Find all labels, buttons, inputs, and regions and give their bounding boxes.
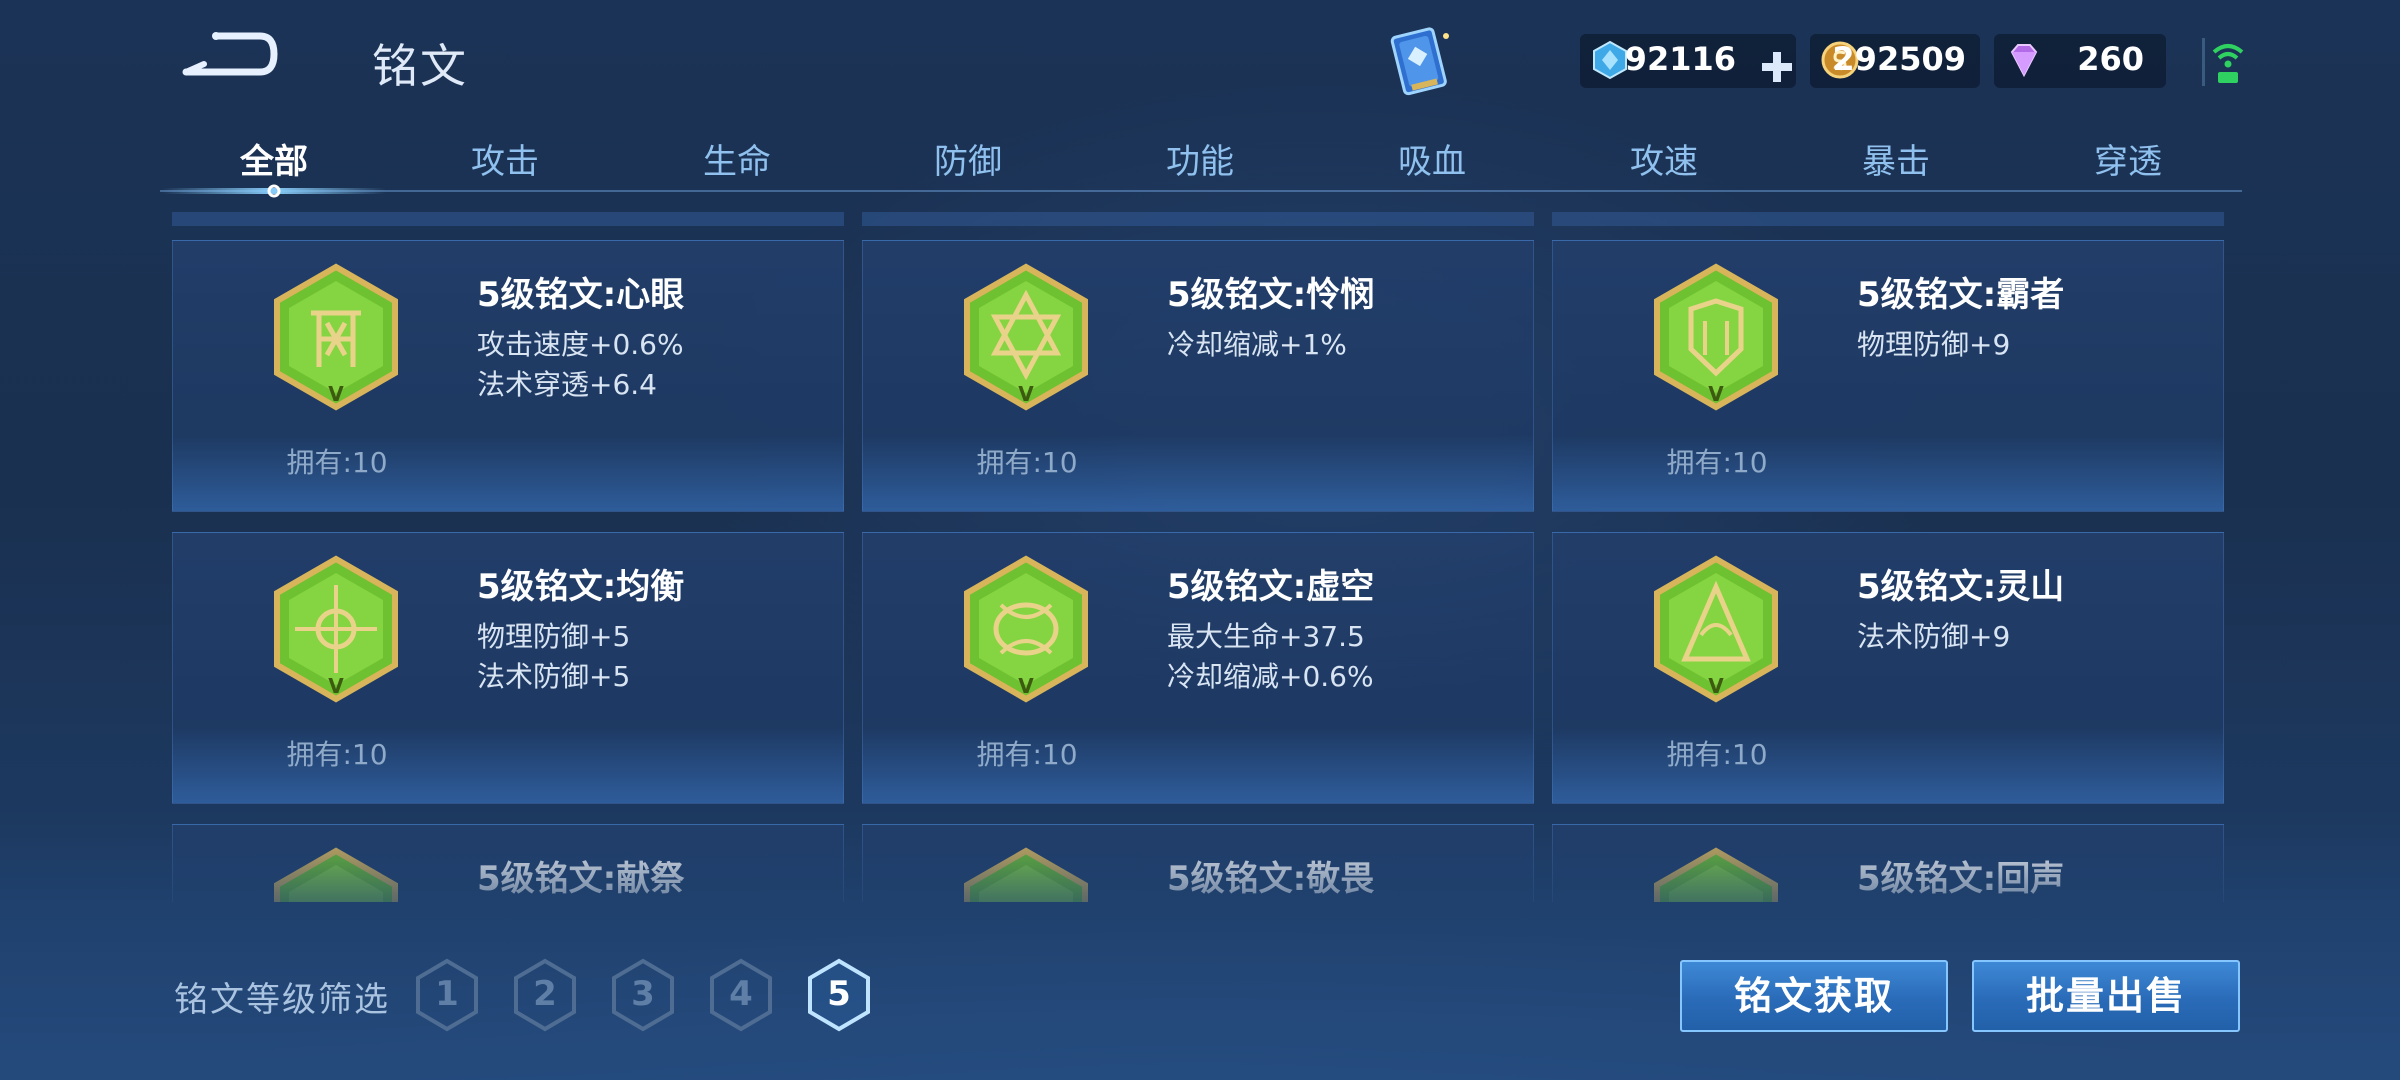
inscription-card[interactable]: V 5级铭文:心眼 攻击速度+0.6% 法术穿透+6.4 拥有:10 [172, 240, 844, 512]
level-filter-5[interactable]: 5 [806, 958, 872, 1032]
inscription-emblem-icon: V [1654, 555, 1778, 703]
inscription-stat: 最大生命+37.5 [1167, 620, 1365, 653]
category-tabs: 全部 攻击 生命 防御 功能 吸血 攻速 暴击 穿透 [0, 128, 2400, 208]
inscription-card[interactable]: V 5级铭文:虚空 最大生命+37.5 冷却缩减+0.6% 拥有:10 [862, 532, 1534, 804]
inscription-name: 5级铭文:敬畏 [1167, 859, 1375, 899]
inscription-emblem-icon: V [1654, 263, 1778, 411]
inscription-stat: 物理防御+5 [477, 620, 631, 653]
inscription-card[interactable]: V 5级铭文:霸者 物理防御+9 拥有:10 [1552, 240, 2224, 512]
diamond-currency: 260 [1994, 34, 2166, 88]
owned-count: 拥有:10 [286, 446, 388, 479]
tab-utility[interactable]: 功能 [1130, 134, 1270, 183]
inscription-name: 5级铭文:回声 [1857, 859, 2065, 899]
gem-amount: 92116 [1624, 40, 1736, 78]
inscription-name: 5级铭文:灵山 [1857, 567, 2065, 607]
svg-text:V: V [1708, 674, 1724, 698]
inscription-name: 5级铭文:霸者 [1857, 275, 2065, 315]
tab-defense[interactable]: 防御 [898, 134, 1038, 183]
inscription-name: 5级铭文:怜悯 [1167, 275, 1375, 315]
tab-penetration[interactable]: 穿透 [2058, 134, 2198, 183]
inscription-book-icon[interactable] [1380, 22, 1460, 102]
gold-amount: 292509 [1832, 40, 1966, 78]
tab-health[interactable]: 生命 [667, 134, 807, 183]
svg-text:V: V [328, 674, 344, 698]
owned-count: 拥有:10 [1666, 446, 1768, 479]
owned-count: 拥有:10 [1666, 738, 1768, 771]
owned-count: 拥有:10 [286, 738, 388, 771]
page-title: 铭文 [372, 39, 468, 93]
inscription-name: 5级铭文:虚空 [1167, 567, 1375, 607]
level-filter-1[interactable]: 1 [414, 958, 480, 1032]
inscription-stat: 物理防御+9 [1857, 328, 2011, 361]
svg-text:V: V [1708, 382, 1724, 406]
tab-attack-speed[interactable]: 攻速 [1594, 134, 1734, 183]
level-filter-4[interactable]: 4 [708, 958, 774, 1032]
inscription-stat: 冷却缩减+0.6% [1167, 660, 1374, 693]
inscription-stat: 法术穿透+6.4 [477, 368, 657, 401]
back-button[interactable] [178, 24, 282, 88]
inscription-emblem-icon: V [964, 263, 1088, 411]
svg-text:V: V [1018, 674, 1034, 698]
level-filter-3[interactable]: 3 [610, 958, 676, 1032]
inscription-name: 5级铭文:献祭 [477, 859, 685, 899]
tab-critical[interactable]: 暴击 [1826, 134, 1966, 183]
inscription-emblem-icon: V [964, 555, 1088, 703]
level-filter-label: 铭文等级筛选 [174, 980, 390, 1020]
diamond-icon [2010, 44, 2038, 78]
inscription-stat: 法术防御+9 [1857, 620, 2011, 653]
plus-icon [1762, 52, 1792, 82]
inscription-card[interactable]: V 5级铭文:均衡 物理防御+5 法术防御+5 拥有:10 [172, 532, 844, 804]
inscription-stat: 攻击速度+0.6% [477, 328, 684, 361]
inscription-card[interactable]: V 5级铭文:怜悯 冷却缩减+1% 拥有:10 [862, 240, 1534, 512]
inscription-emblem-icon [964, 847, 1088, 902]
inscription-name: 5级铭文:均衡 [477, 567, 685, 607]
back-arrow-icon [182, 32, 278, 76]
previous-row-edge [1552, 212, 2224, 226]
previous-row-edge [862, 212, 1534, 226]
bulk-sell-button[interactable]: 批量出售 [1972, 960, 2240, 1032]
wifi-signal-icon [2200, 34, 2256, 90]
inscription-name: 5级铭文:心眼 [477, 275, 685, 315]
inscription-grid[interactable]: V 5级铭文:心眼 攻击速度+0.6% 法术穿透+6.4 拥有:10 V 5级铭… [170, 212, 2230, 902]
inscription-emblem-icon [274, 847, 398, 902]
inscription-card[interactable]: 5级铭文:献祭 [172, 824, 844, 902]
level-filter-2[interactable]: 2 [512, 958, 578, 1032]
previous-row-edge [172, 212, 844, 226]
diamond-amount: 260 [2077, 40, 2144, 78]
add-currency-button[interactable] [1748, 42, 1792, 82]
inscription-card[interactable]: V 5级铭文:灵山 法术防御+9 拥有:10 [1552, 532, 2224, 804]
inscription-stat: 冷却缩减+1% [1167, 328, 1347, 361]
tab-all[interactable]: 全部 [204, 134, 344, 183]
owned-count: 拥有:10 [976, 446, 1078, 479]
gem-currency: 92116 [1580, 34, 1796, 88]
tab-divider [160, 190, 2242, 192]
inscription-stat: 法术防御+5 [477, 660, 631, 693]
svg-text:V: V [328, 382, 344, 406]
inscription-emblem-icon [1654, 847, 1778, 902]
gold-currency: 292509 [1810, 34, 1980, 88]
tab-lifesteal[interactable]: 吸血 [1362, 134, 1502, 183]
owned-count: 拥有:10 [976, 738, 1078, 771]
inscription-emblem-icon: V [274, 263, 398, 411]
tab-attack[interactable]: 攻击 [435, 134, 575, 183]
inscription-card[interactable]: 5级铭文:回声 [1552, 824, 2224, 902]
obtain-inscription-button[interactable]: 铭文获取 [1680, 960, 1948, 1032]
inscription-emblem-icon: V [274, 555, 398, 703]
active-tab-marker-icon [262, 183, 286, 199]
inscription-card[interactable]: 5级铭文:敬畏 [862, 824, 1534, 902]
svg-text:V: V [1018, 382, 1034, 406]
